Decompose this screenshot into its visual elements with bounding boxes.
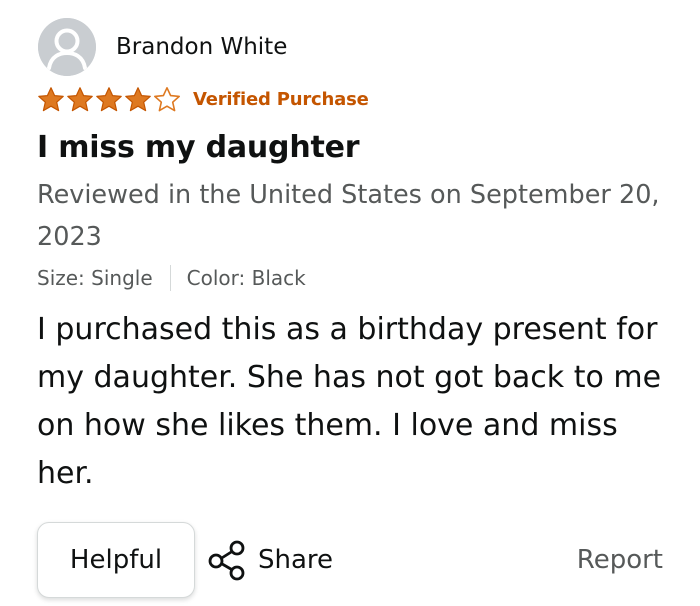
star-empty-icon [153,86,181,112]
review-date: Reviewed in the United States on Septemb… [37,180,660,252]
avatar [38,18,96,76]
review-card: Brandon White Verified Purchase I miss m… [0,0,700,606]
star-filled-icon [38,87,64,112]
color-variant[interactable]: Color: Black [187,266,306,290]
review-title[interactable]: I miss my daughter [37,128,360,168]
helpful-button[interactable]: Helpful [37,522,195,598]
size-variant[interactable]: Size: Single [37,266,153,290]
share-icon [208,540,245,581]
review-body: I purchased this as a birthday present f… [37,312,662,491]
share-label: Share [258,545,334,575]
divider [169,265,171,291]
star-rating [37,86,181,114]
verified-purchase-badge: Verified Purchase [193,89,369,110]
share-button[interactable]: Share [208,538,333,582]
star-filled-icon [125,87,151,112]
reviewer-name[interactable]: Brandon White [116,31,287,63]
report-link[interactable]: Report [577,540,663,580]
star-filled-icon [67,87,93,112]
product-variant-info: Size: Single Color: Black [37,263,306,293]
user-silhouette-icon [38,18,96,76]
star-filled-icon [96,87,122,112]
